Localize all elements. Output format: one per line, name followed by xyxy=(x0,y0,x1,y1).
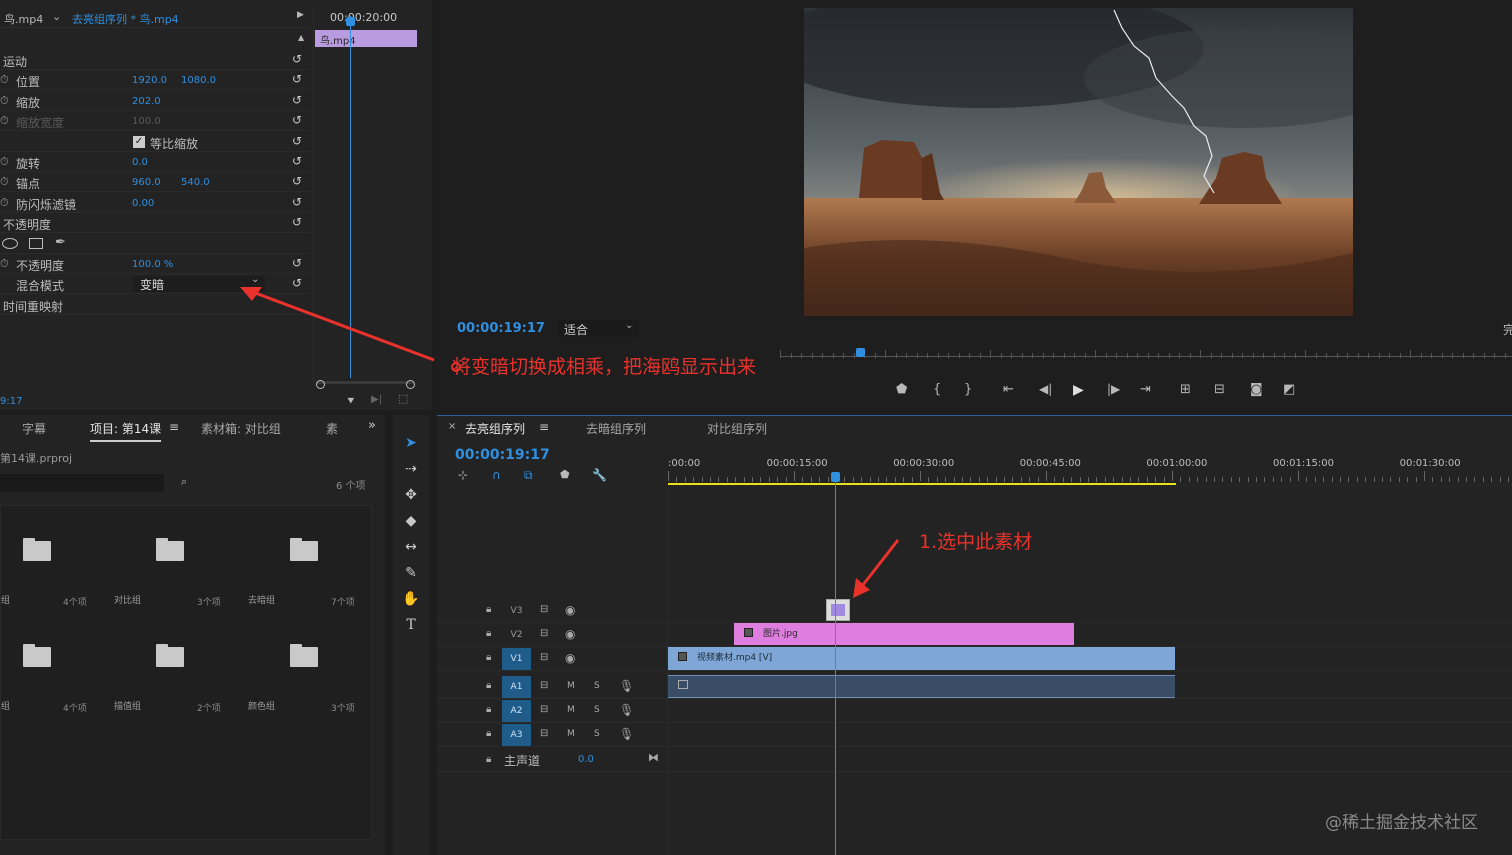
watermark: @稀土掘金技术社区 xyxy=(1325,813,1478,833)
annotation-left-text: 将变暗切换成相乘，把海鸥显示出来 xyxy=(452,356,757,378)
annotation-arrows xyxy=(240,287,900,598)
arrow-right-line xyxy=(857,539,900,591)
arrow-left-line xyxy=(249,289,435,362)
annotation-right-text: 1.选中此素材 xyxy=(919,531,1033,553)
